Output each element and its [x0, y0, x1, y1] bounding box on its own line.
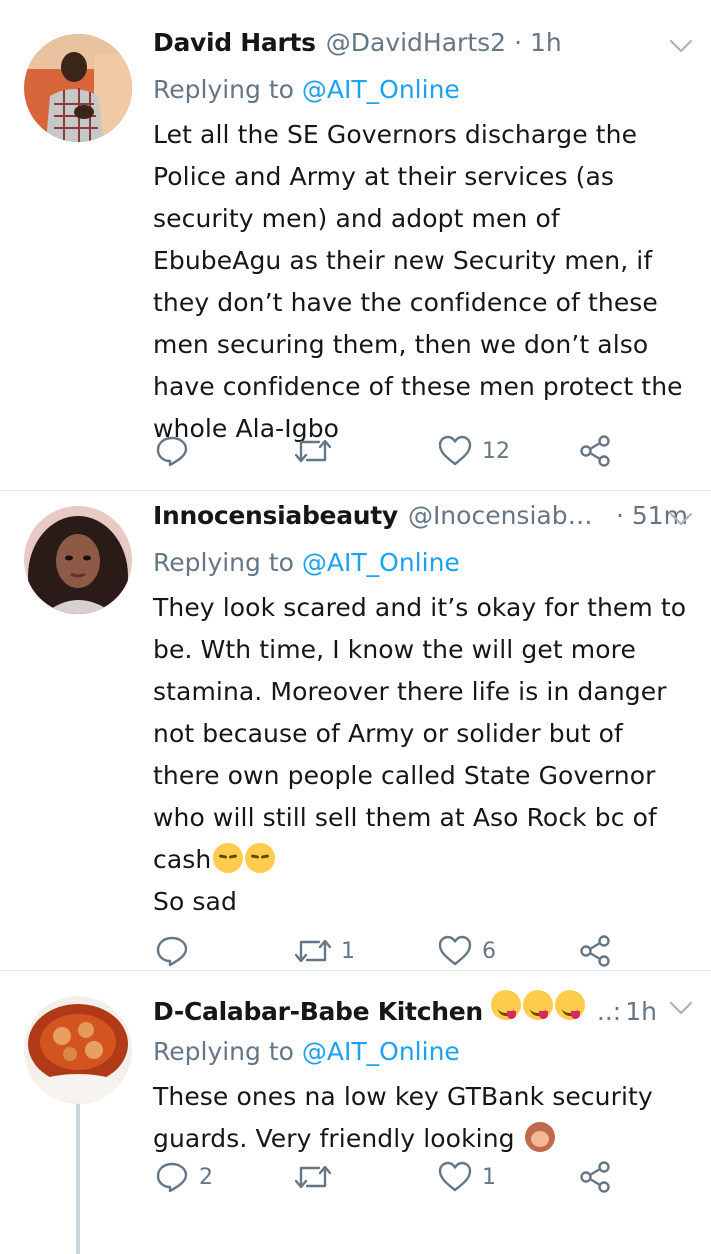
pensive-face-emoji	[213, 843, 244, 873]
tweet[interactable]: David Harts @DavidHarts2 · 1h Replying t…	[0, 0, 711, 491]
replying-to: Replying to @AIT_Online	[153, 1030, 693, 1074]
tweet-text-block: They look scared and it’s okay for them …	[153, 587, 693, 923]
like-count: 12	[482, 438, 510, 464]
tweet-header: David Harts @DavidHarts2 · 1h	[153, 28, 693, 68]
share-button[interactable]	[578, 1157, 612, 1197]
retweet-button[interactable]: 1	[295, 931, 355, 971]
tweet-text-block: These ones na low key GTBank security gu…	[153, 1076, 693, 1160]
avatar[interactable]	[24, 506, 132, 614]
reply-button[interactable]: 2	[155, 1157, 213, 1197]
user-handle[interactable]: ..:	[597, 997, 621, 1026]
avatar[interactable]	[24, 34, 132, 142]
share-icon	[580, 935, 610, 967]
display-name[interactable]: David Harts	[153, 28, 316, 57]
replying-to: Replying to @AIT_Online	[153, 541, 693, 585]
tweet-actions: 12	[155, 431, 611, 471]
tweet-header: D-Calabar-Babe Kitchen ..: 1h	[153, 990, 693, 1030]
chevron-down-icon[interactable]	[669, 1000, 693, 1016]
retweet-icon	[295, 439, 331, 463]
timestamp[interactable]: · 1h	[514, 28, 562, 57]
see-no-evil-monkey-emoji	[524, 1122, 555, 1152]
mention-link[interactable]: @AIT_Online	[302, 1037, 460, 1066]
user-handle[interactable]: @Inocensiabe…	[408, 501, 608, 530]
avatar[interactable]	[24, 996, 132, 1104]
tweet-text-end: So sad	[153, 887, 237, 916]
tweet[interactable]: D-Calabar-Babe Kitchen ..: 1h Replying t…	[0, 971, 711, 1254]
mention-link[interactable]: @AIT_Online	[302, 75, 460, 104]
yum-face-emoji	[522, 990, 553, 1020]
chevron-down-icon[interactable]	[669, 511, 693, 527]
replying-to: Replying to @AIT_Online	[153, 68, 693, 112]
pensive-face-emoji	[245, 843, 276, 873]
tweet-actions: 2 1	[155, 1157, 611, 1197]
yum-face-emoji	[554, 990, 585, 1020]
share-button[interactable]	[578, 431, 612, 471]
like-button[interactable]: 1	[438, 1157, 496, 1197]
reply-button[interactable]	[155, 931, 199, 971]
tweet-header: Innocensiabeauty @Inocensiabe… · 51m	[153, 501, 693, 541]
tweet[interactable]: Innocensiabeauty @Inocensiabe… · 51m Rep…	[0, 491, 711, 971]
retweet-icon	[295, 1165, 331, 1189]
thread-line	[76, 1104, 80, 1254]
retweet-icon	[295, 939, 331, 963]
like-button[interactable]: 12	[438, 431, 510, 471]
share-icon	[580, 1161, 610, 1193]
share-button[interactable]	[578, 931, 612, 971]
tweet-actions: 1 6	[155, 931, 611, 971]
replying-to-label: Replying to	[153, 1037, 294, 1066]
mention-link[interactable]: @AIT_Online	[302, 548, 460, 577]
retweet-button[interactable]	[295, 431, 341, 471]
chevron-down-icon[interactable]	[669, 38, 693, 54]
reply-icon	[156, 1162, 188, 1193]
tweet-text: Let all the SE Governors discharge the P…	[153, 120, 683, 443]
replying-to-label: Replying to	[153, 548, 294, 577]
reply-icon	[156, 436, 188, 467]
like-button[interactable]: 6	[438, 931, 496, 971]
replying-to-label: Replying to	[153, 75, 294, 104]
like-count: 1	[482, 1164, 496, 1190]
display-name[interactable]: D-Calabar-Babe Kitchen	[153, 997, 483, 1026]
user-handle[interactable]: @DavidHarts2	[326, 28, 506, 57]
tweet-text: These ones na low key GTBank security gu…	[153, 1082, 653, 1153]
retweet-count: 1	[341, 938, 355, 964]
reply-count: 2	[199, 1164, 213, 1190]
reply-button[interactable]	[155, 431, 199, 471]
tweet-text: They look scared and it’s okay for them …	[153, 593, 687, 874]
display-name[interactable]: Innocensiabeauty	[153, 501, 398, 530]
yum-face-emoji	[490, 990, 521, 1020]
timestamp[interactable]: 1h	[625, 997, 657, 1026]
reply-icon	[156, 936, 188, 967]
retweet-button[interactable]	[295, 1157, 341, 1197]
heart-icon	[438, 935, 472, 966]
share-icon	[580, 435, 610, 467]
like-count: 6	[482, 938, 496, 964]
heart-icon	[438, 435, 472, 466]
heart-icon	[438, 1161, 472, 1192]
